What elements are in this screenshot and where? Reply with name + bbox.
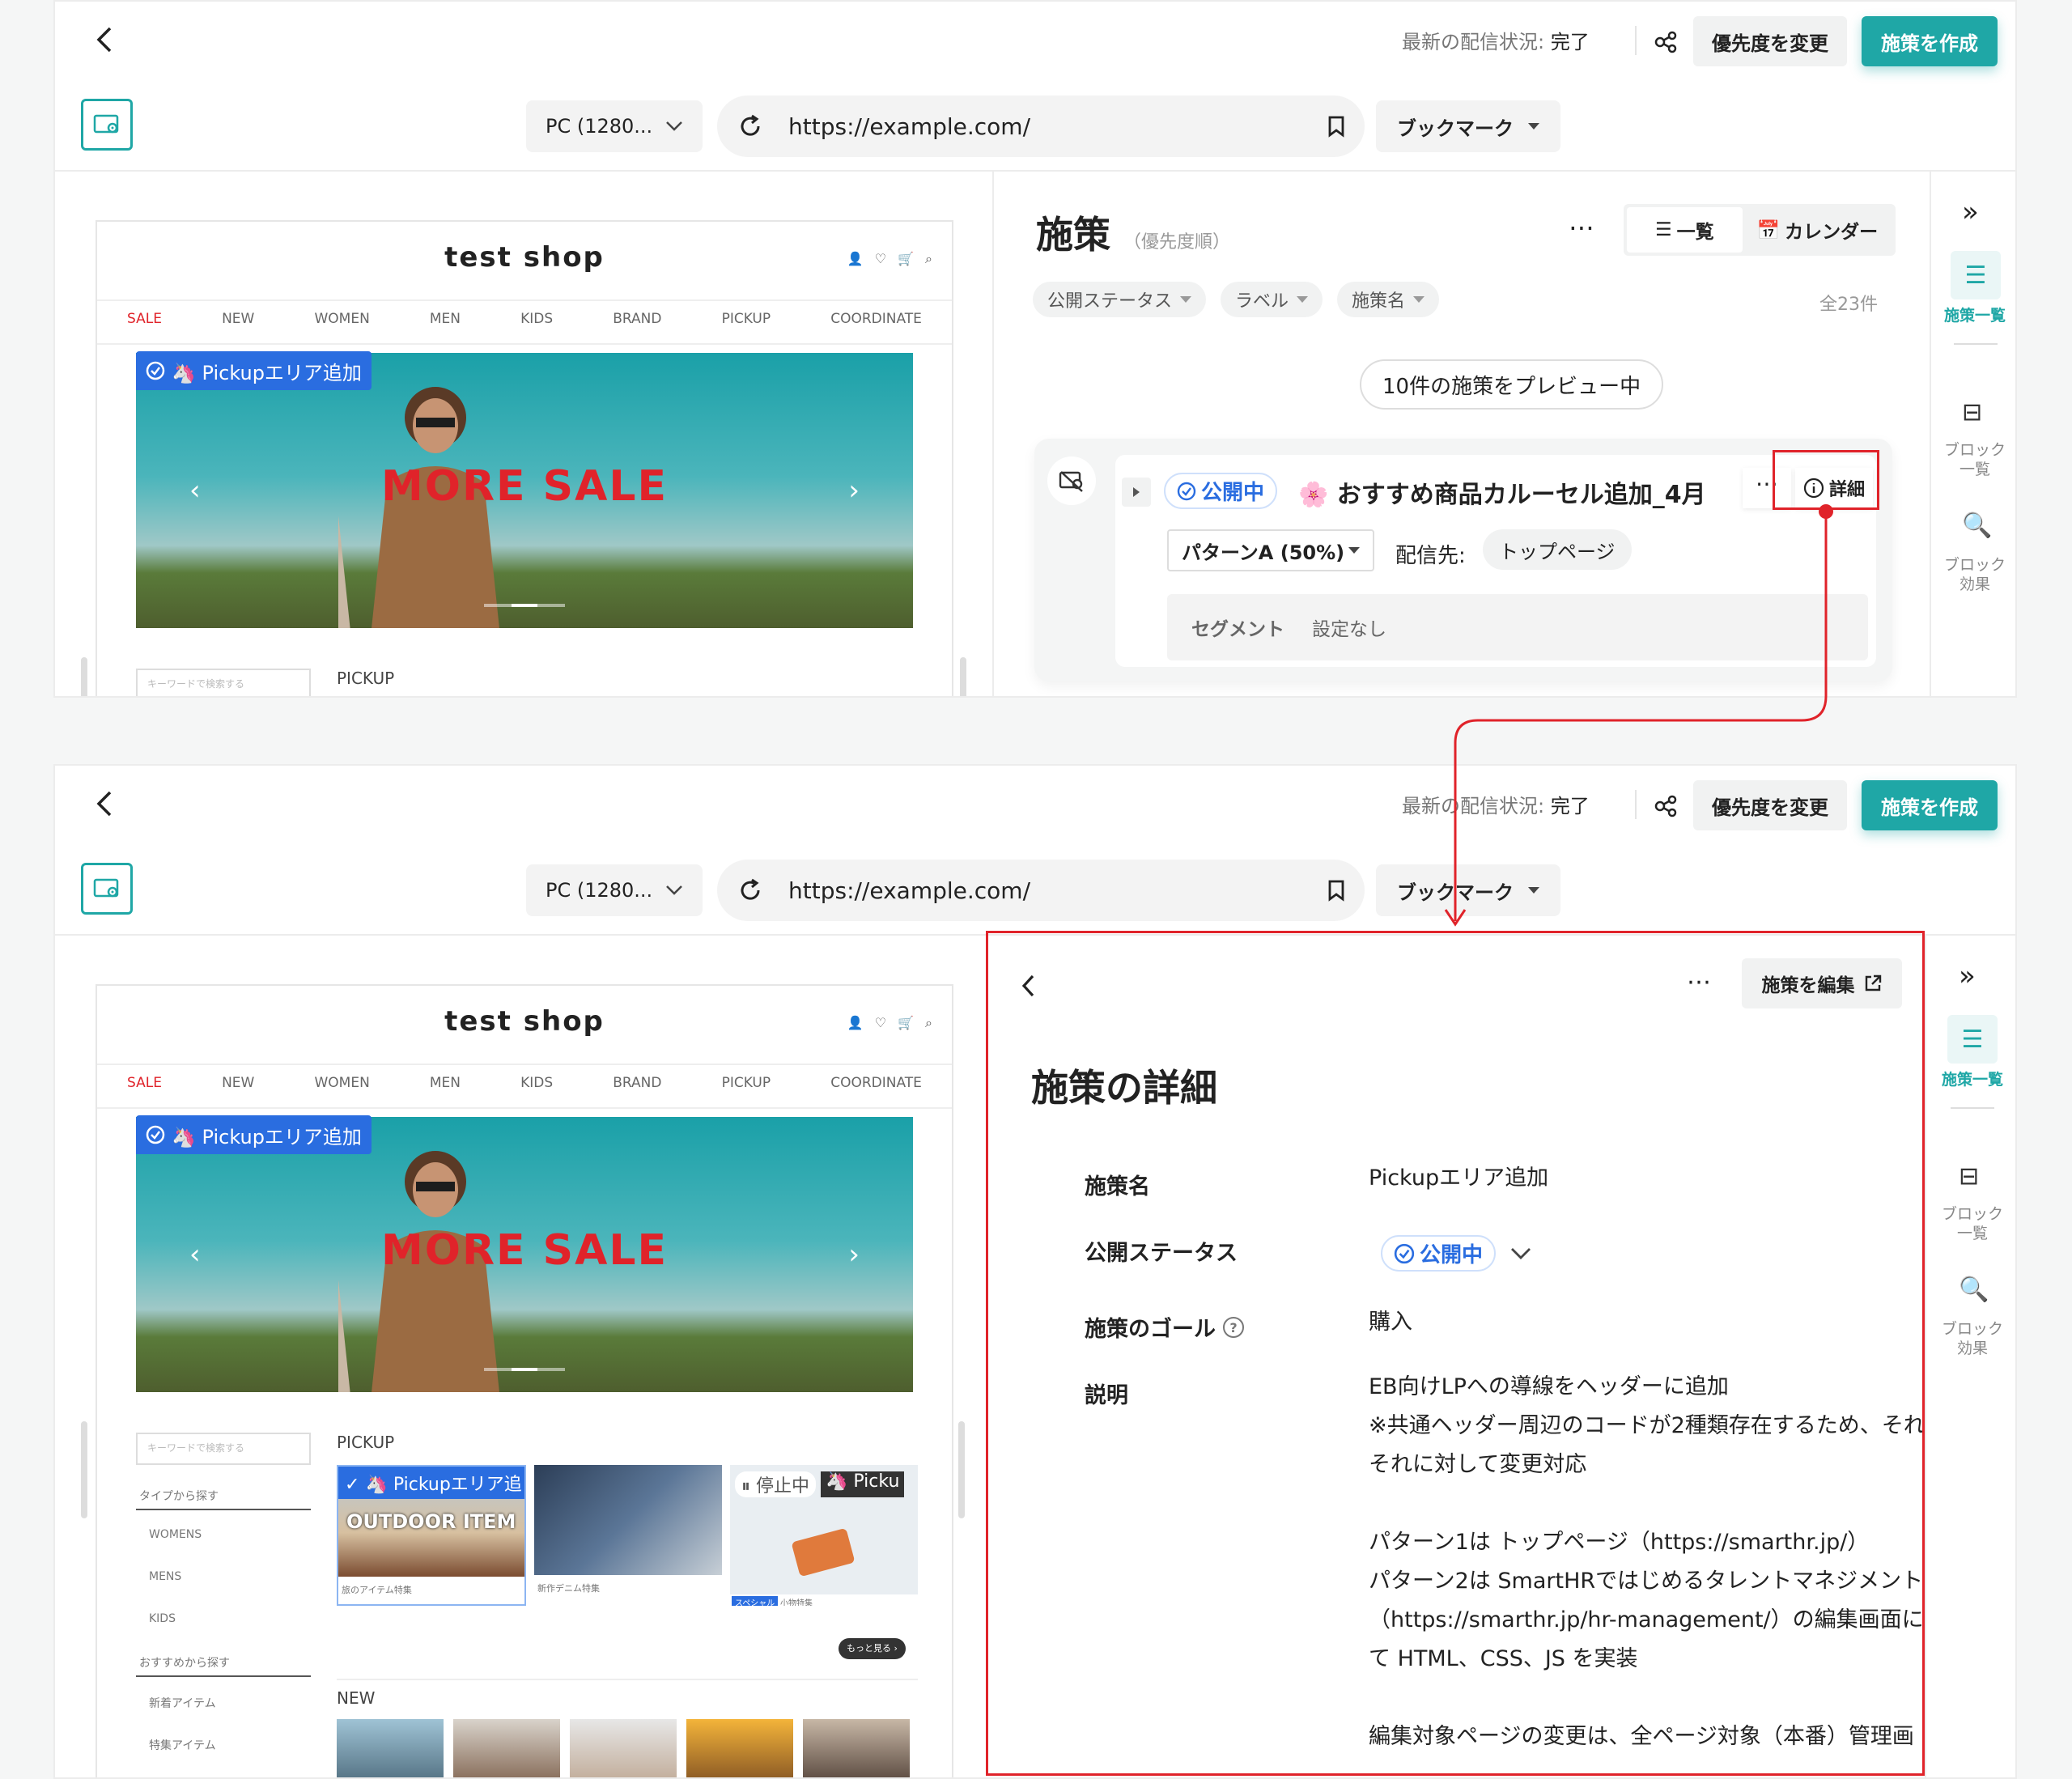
annotation-arrow: [1444, 504, 1833, 927]
